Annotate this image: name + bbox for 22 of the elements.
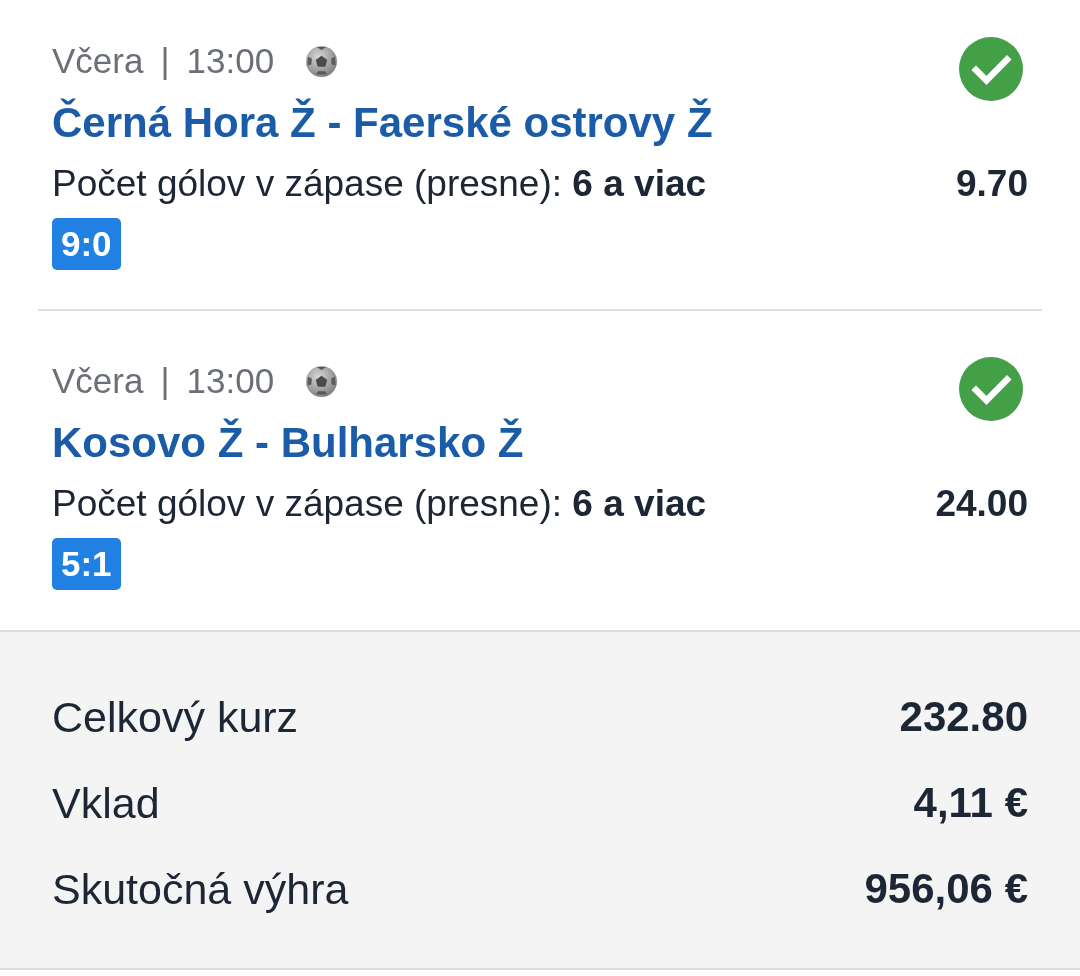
odds-value: 9.70 (956, 163, 1028, 205)
match-title: Kosovo Ž - Bulharsko Ž (52, 419, 524, 467)
soccer-ball-icon (306, 45, 338, 77)
summary-value: 956,06 € (864, 865, 1028, 913)
summary-label: Vklad (52, 779, 160, 827)
soccer-ball-icon (306, 365, 338, 397)
date-label: Včera (52, 361, 144, 401)
match-title: Černá Hora Ž - Faerské ostrovy Ž (52, 99, 713, 147)
date-label: Včera (52, 41, 144, 81)
market-text: Počet gólov v zápase (presne): 6 a viac (52, 483, 707, 525)
summary-value: 232.80 (899, 693, 1028, 741)
score-badge: 9:0 (52, 218, 121, 270)
separator: | (160, 41, 170, 81)
time-label: 13:00 (186, 361, 275, 401)
summary-label: Celkový kurz (52, 693, 299, 741)
summary-value: 4,11 € (913, 779, 1028, 827)
separator: | (160, 361, 170, 401)
summary-label: Skutočná výhra (52, 865, 349, 913)
time-label: 13:00 (186, 41, 275, 81)
score-badge: 5:1 (52, 538, 121, 590)
odds-value: 24.00 (935, 483, 1028, 525)
market-text: Počet gólov v zápase (presne): 6 a viac (52, 163, 707, 205)
